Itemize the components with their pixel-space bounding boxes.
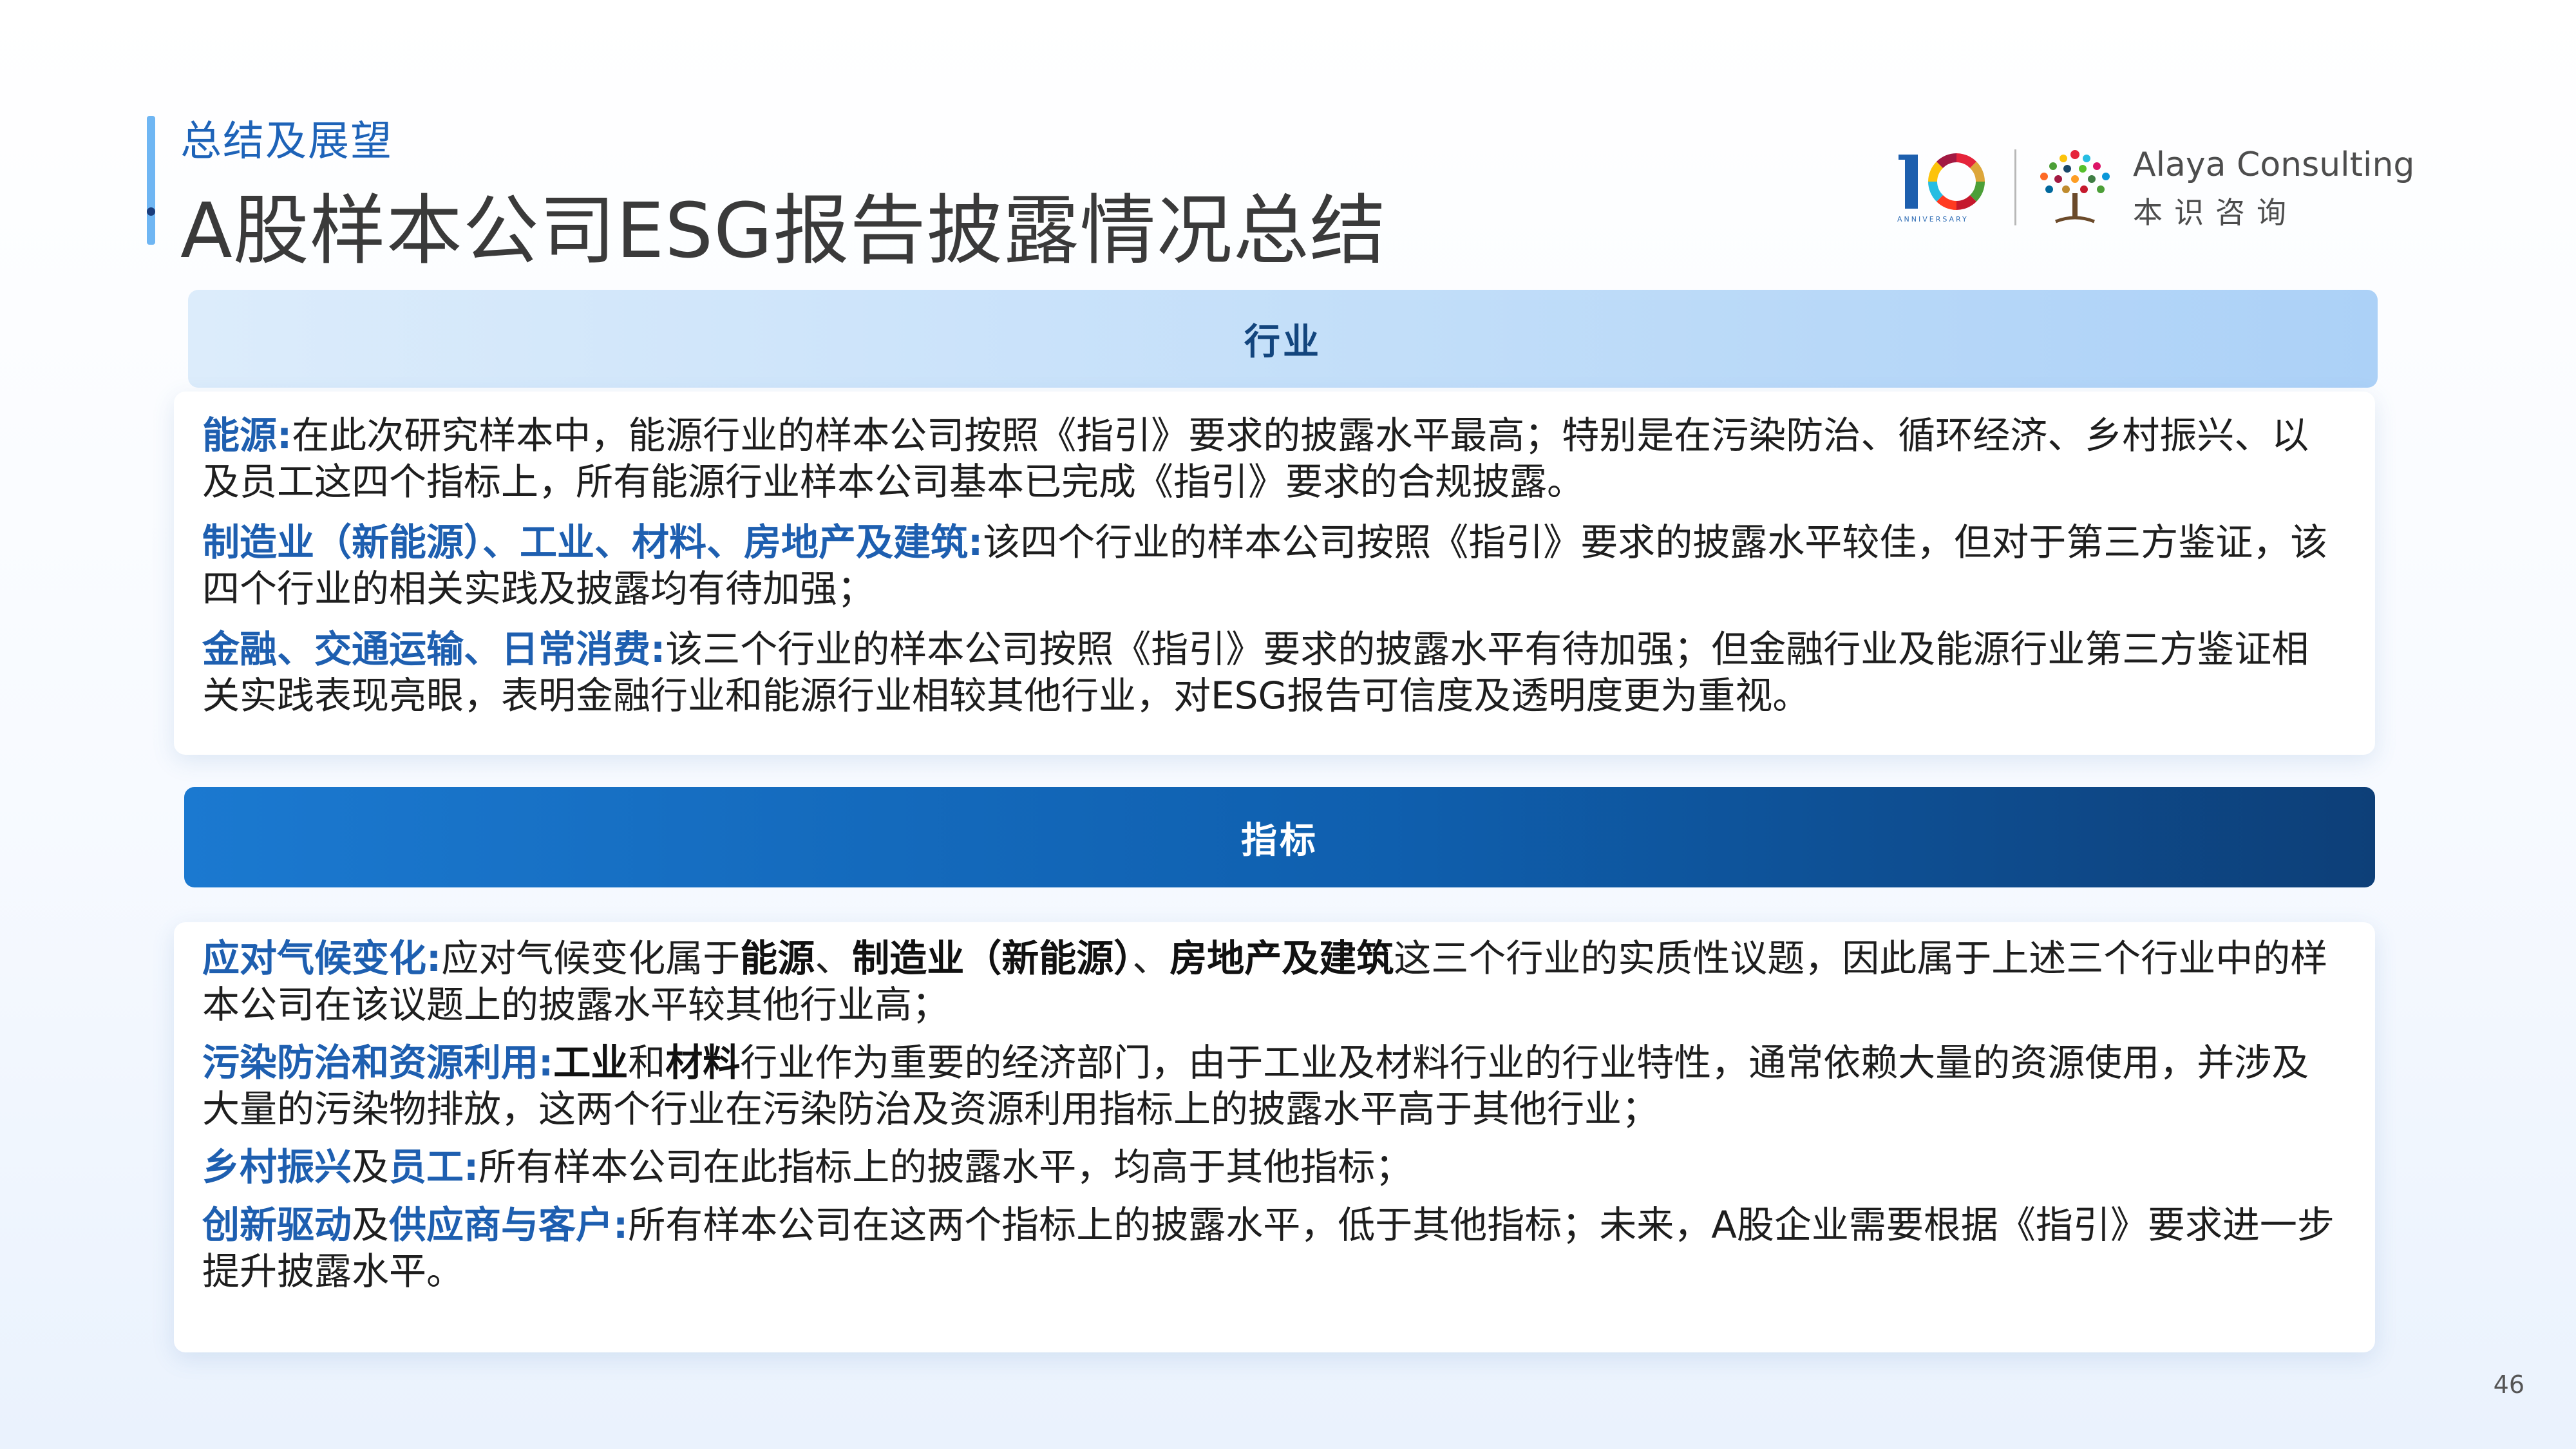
finance-label: 金融、交通运输、日常消费: (202, 627, 666, 671)
supplier-customer-label: 供应商与客户: (389, 1203, 629, 1247)
pollution-emphasis-materials: 材料 (665, 1041, 741, 1084)
climate-emphasis-realestate: 房地产及建筑 (1170, 936, 1394, 980)
innovation-label: 创新驱动 (202, 1203, 352, 1247)
pollution-label: 污染防治和资源利用: (202, 1041, 554, 1084)
rural-label: 乡村振兴 (202, 1145, 352, 1189)
title-accent-dot (147, 207, 155, 216)
page-title: A股样本公司ESG报告披露情况总结 (180, 186, 1387, 275)
rural-paragraph: 乡村振兴及员工:所有样本公司在此指标上的披露水平，均高于其他指标； (202, 1144, 2336, 1190)
pollution-paragraph: 污染防治和资源利用:工业和材料行业作为重要的经济部门，由于工业及材料行业的行业特… (202, 1039, 2336, 1132)
brand-name-cn: 本识咨询 (2133, 195, 2298, 230)
finance-paragraph: 金融、交通运输、日常消费:该三个行业的样本公司按照《指引》要求的披露水平有待加强… (202, 626, 2336, 719)
brand-name-en: Alaya Consulting (2133, 146, 2415, 184)
section-kicker: 总结及展望 (180, 118, 393, 166)
manufacturing-paragraph: 制造业（新能源）、工业、材料、房地产及建筑:该四个行业的样本公司按照《指引》要求… (202, 519, 2336, 612)
pollution-emphasis-industry: 工业 (553, 1041, 629, 1084)
rural-joiner: 及 (352, 1145, 390, 1189)
tree-logo-icon (2040, 150, 2110, 223)
energy-label: 能源: (202, 413, 292, 457)
indicator-section-header: 指标 (184, 787, 2375, 887)
page-number: 46 (2493, 1370, 2524, 1399)
logo-divider (2014, 149, 2016, 225)
industry-summary-card: 能源:在此次研究样本中，能源行业的样本公司按照《指引》要求的披露水平最高；特别是… (174, 392, 2375, 755)
pollution-text-1: 和 (628, 1041, 666, 1084)
climate-paragraph: 应对气候变化:应对气候变化属于能源、制造业（新能源）、房地产及建筑这三个行业的实… (202, 935, 2336, 1028)
manufacturing-label: 制造业（新能源）、工业、材料、房地产及建筑: (202, 520, 983, 564)
climate-emphasis-manufacturing: 制造业（新能源） (852, 936, 1133, 980)
indicator-summary-card: 应对气候变化:应对气候变化属于能源、制造业（新能源）、房地产及建筑这三个行业的实… (174, 922, 2375, 1352)
climate-text-2: 、 (815, 936, 853, 980)
innovation-paragraph: 创新驱动及供应商与客户:所有样本公司在这两个指标上的披露水平，低于其他指标；未来… (202, 1202, 2336, 1294)
industry-section-header: 行业 (188, 290, 2378, 388)
anniversary-text: ANNIVERSARY (1897, 215, 1969, 223)
rural-text: 所有样本公司在此指标上的披露水平，均高于其他指标； (478, 1145, 1413, 1189)
climate-emphasis-energy: 能源 (740, 936, 815, 980)
innovation-joiner: 及 (352, 1203, 390, 1247)
energy-paragraph: 能源:在此次研究样本中，能源行业的样本公司按照《指引》要求的披露水平最高；特别是… (202, 412, 2336, 505)
company-logo: ANNIVERSARY Alaya Consulting 本识咨询 (1893, 146, 2414, 230)
climate-label: 应对气候变化: (202, 936, 442, 980)
energy-text: 在此次研究样本中，能源行业的样本公司按照《指引》要求的披露水平最高；特别是在污染… (202, 413, 2309, 504)
climate-text-3: 、 (1132, 936, 1170, 980)
title-accent-bar (147, 116, 155, 245)
climate-text-1: 应对气候变化属于 (441, 936, 741, 980)
employee-label: 员工: (389, 1145, 479, 1189)
